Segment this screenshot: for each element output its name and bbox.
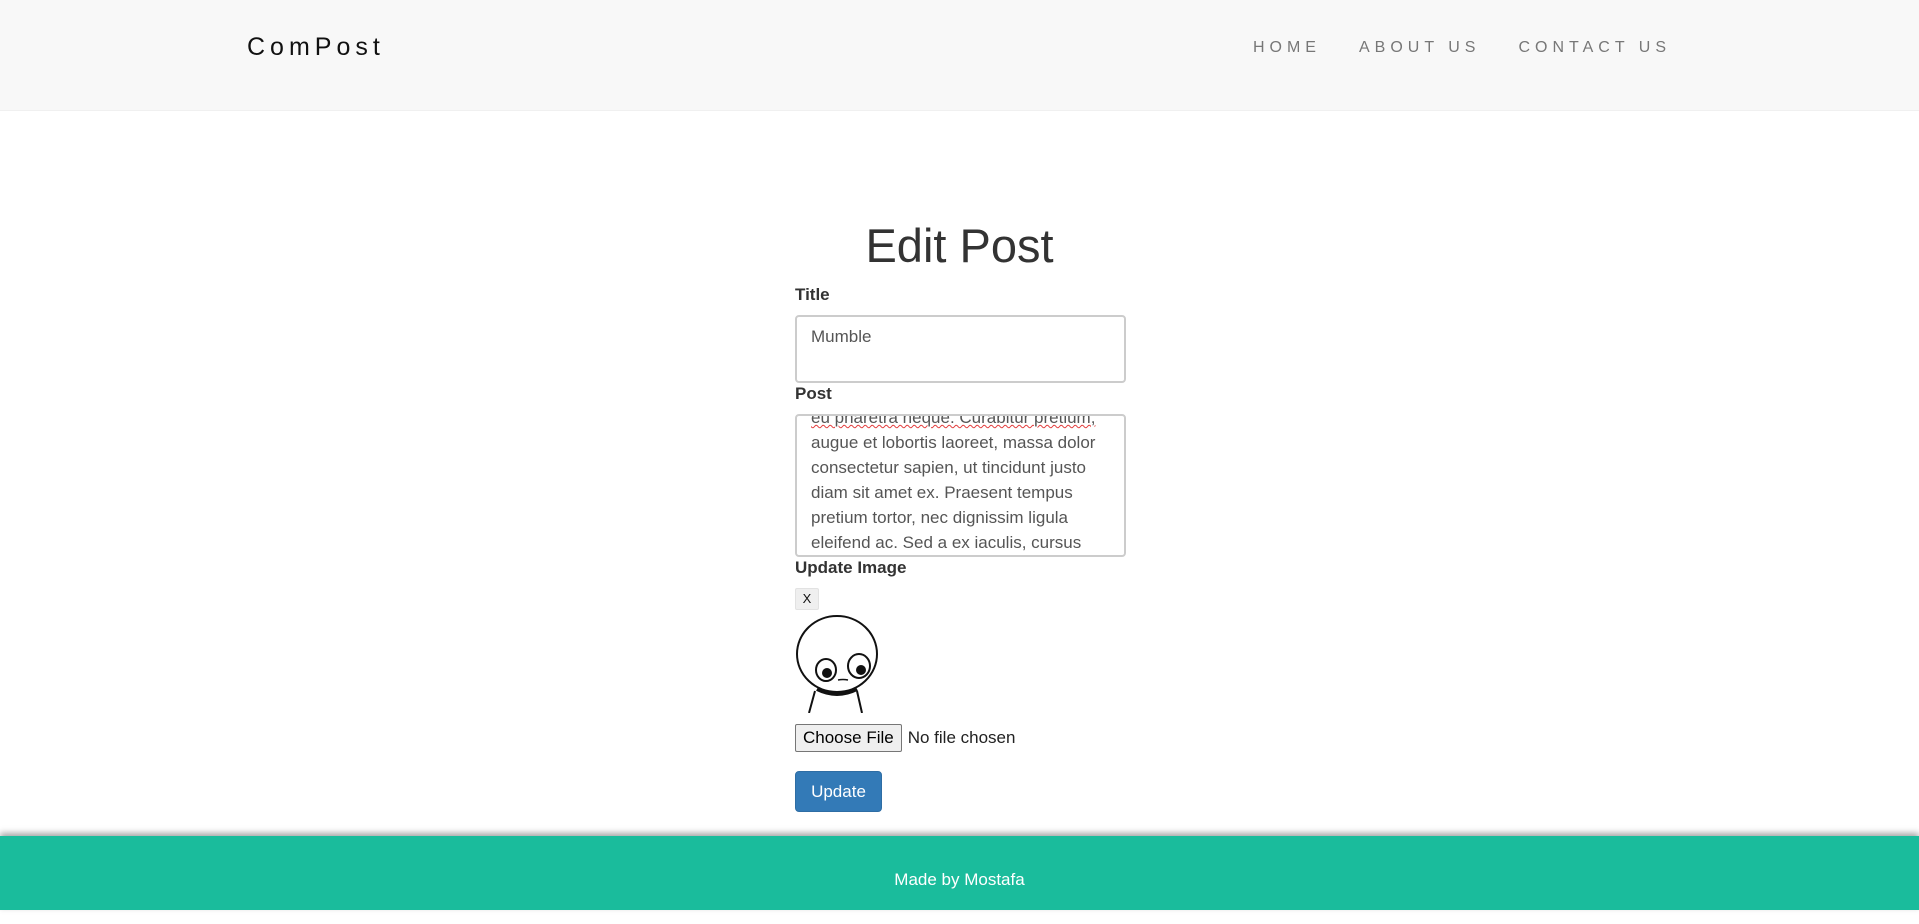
nav-home[interactable]: HOME: [1253, 39, 1321, 57]
title-field[interactable]: Mumble: [795, 315, 1126, 383]
post-image-preview: [796, 615, 878, 713]
post-line: augue et lobortis laoreet, massa dolor: [811, 433, 1096, 452]
post-line: pretium tortor, nec dignissim ligula: [811, 508, 1069, 527]
nav-about-us[interactable]: ABOUT US: [1359, 39, 1481, 57]
file-input-row: Choose File No file chosen: [795, 724, 1015, 752]
update-image-label: Update Image: [795, 558, 907, 577]
footer-text: Made by Mostafa: [894, 870, 1025, 889]
post-line: diam sit amet ex. Praesent tempus: [811, 483, 1073, 502]
file-status-text: No file chosen: [907, 728, 1016, 747]
choose-file-button[interactable]: Choose File: [795, 724, 902, 752]
remove-image-button[interactable]: X: [795, 588, 819, 610]
page-title: Edit Post: [865, 219, 1054, 272]
title-label: Title: [795, 285, 830, 304]
nav-contact-us[interactable]: CONTACT US: [1518, 39, 1671, 57]
nav-links: HOME ABOUT US CONTACT US: [1215, 39, 1671, 57]
post-line: eu pharetra neque. Curabitur pretium,: [811, 414, 1096, 427]
post-label: Post: [795, 384, 832, 403]
post-field[interactable]: eu pharetra neque. Curabitur pretium, au…: [795, 414, 1126, 557]
post-line: consectetur sapien, ut tincidunt justo: [811, 458, 1086, 477]
footer: Made by Mostafa: [0, 836, 1919, 910]
post-line: eleifend ac. Sed a ex iaculis, cursus: [811, 533, 1082, 552]
navbar: ComPost HOME ABOUT US CONTACT US: [0, 0, 1919, 111]
update-button[interactable]: Update: [795, 771, 882, 812]
brand-logo[interactable]: ComPost: [247, 33, 385, 62]
post-text: eu pharetra neque. Curabitur pretium, au…: [811, 414, 1111, 555]
